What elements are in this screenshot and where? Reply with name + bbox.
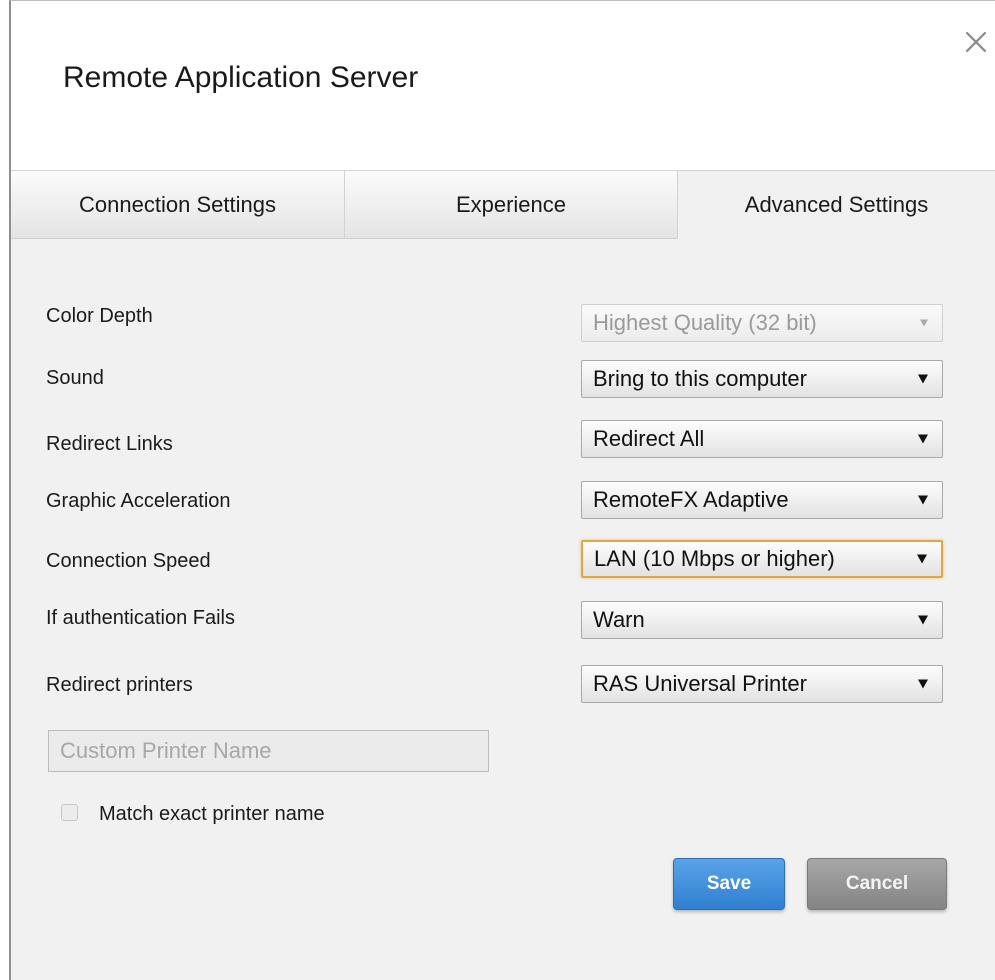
redirect-printers-value: RAS Universal Printer [593,671,807,696]
auth-fails-label: If authentication Fails [46,607,235,629]
color-depth-select: Highest Quality (32 bit) [581,304,943,342]
sound-select[interactable]: Bring to this computer [581,360,943,398]
graphic-acceleration-select[interactable]: RemoteFX Adaptive [581,481,943,519]
graphic-acceleration-label: Graphic Acceleration [46,490,231,512]
remote-app-server-dialog: Remote Application Server Connection Set… [9,0,995,980]
connection-speed-select[interactable]: LAN (10 Mbps or higher) [581,540,943,578]
redirect-printers-label: Redirect printers [46,674,193,696]
dropdown-arrow-icon [917,554,927,564]
dialog-header: Remote Application Server [11,1,995,171]
custom-printer-name-input[interactable] [48,730,489,772]
save-button[interactable]: Save [673,858,785,910]
redirect-printers-select[interactable]: RAS Universal Printer [581,665,943,703]
dropdown-arrow-icon [918,615,928,625]
match-exact-label: Match exact printer name [99,803,325,825]
dropdown-arrow-icon [918,434,928,444]
close-icon [965,31,987,53]
sound-value: Bring to this computer [593,366,807,391]
redirect-links-label: Redirect Links [46,433,173,455]
dropdown-arrow-icon [918,679,928,689]
sound-label: Sound [46,367,104,389]
connection-speed-value: LAN (10 Mbps or higher) [594,546,835,571]
color-depth-value: Highest Quality (32 bit) [593,310,817,335]
redirect-links-value: Redirect All [593,426,705,451]
tab-experience[interactable]: Experience [344,171,677,239]
tab-bar: Connection Settings Experience Advanced … [11,171,995,239]
auth-fails-value: Warn [593,607,645,632]
dropdown-arrow-icon [918,495,928,505]
connection-speed-label: Connection Speed [46,550,211,572]
close-button[interactable] [963,29,989,55]
redirect-links-select[interactable]: Redirect All [581,420,943,458]
tab-connection-settings[interactable]: Connection Settings [11,171,344,239]
cancel-button[interactable]: Cancel [807,858,947,910]
color-depth-label: Color Depth [46,305,153,327]
match-exact-checkbox[interactable] [61,804,78,821]
dropdown-arrow-icon [920,319,928,327]
dropdown-arrow-icon [918,374,928,384]
tab-advanced-settings[interactable]: Advanced Settings [677,171,995,239]
auth-fails-select[interactable]: Warn [581,601,943,639]
graphic-acceleration-value: RemoteFX Adaptive [593,487,789,512]
dialog-title: Remote Application Server [63,61,419,94]
